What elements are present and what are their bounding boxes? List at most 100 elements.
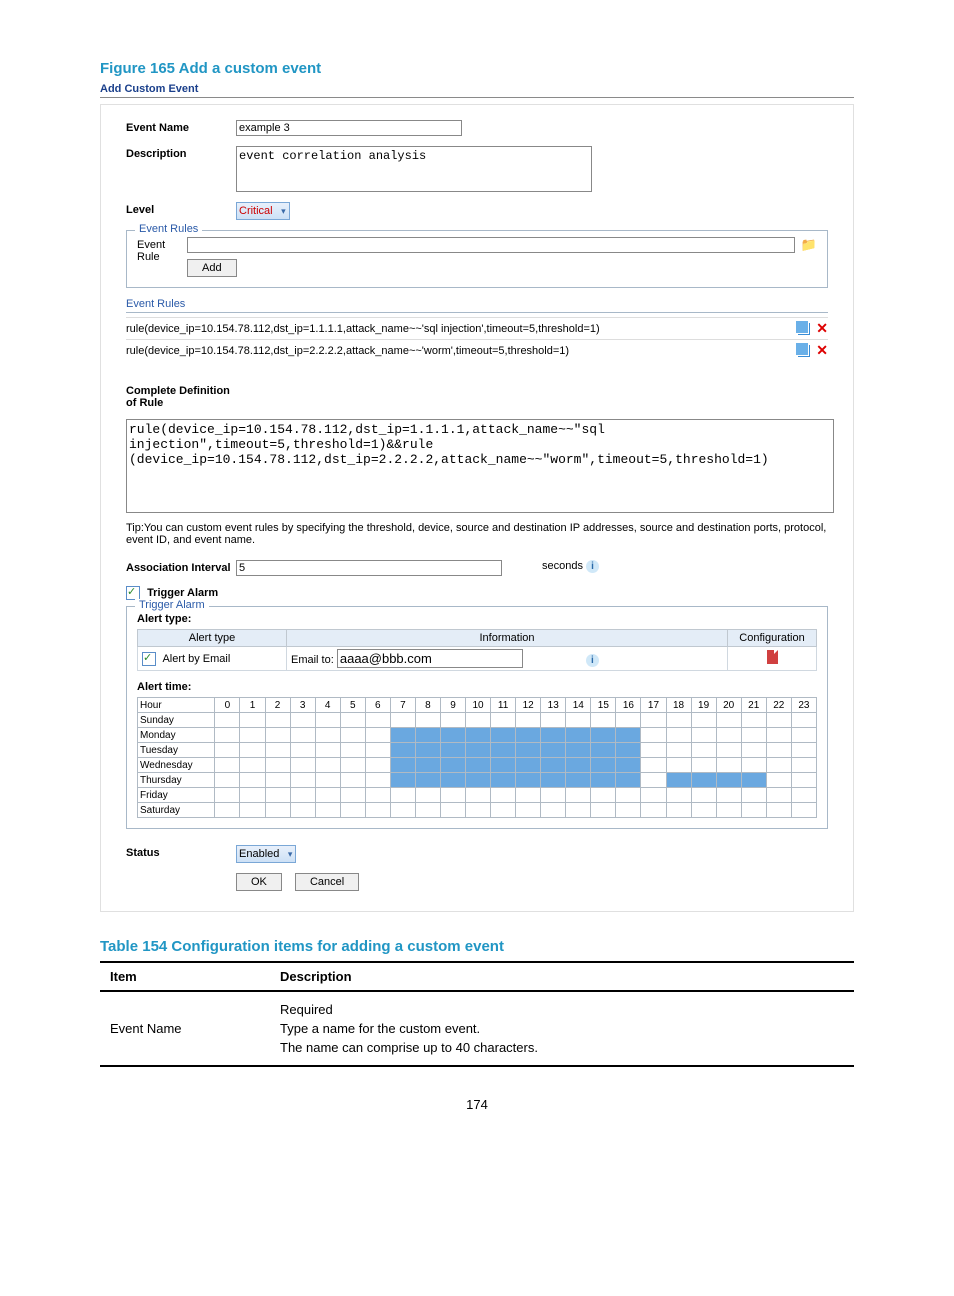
time-cell[interactable] — [591, 788, 616, 803]
time-cell[interactable] — [666, 713, 691, 728]
time-cell[interactable] — [466, 803, 491, 818]
time-cell[interactable] — [566, 773, 591, 788]
time-cell[interactable] — [541, 758, 566, 773]
time-cell[interactable] — [315, 713, 340, 728]
time-cell[interactable] — [766, 788, 791, 803]
time-cell[interactable] — [491, 803, 516, 818]
time-cell[interactable] — [541, 773, 566, 788]
config-icon[interactable] — [767, 650, 778, 664]
time-cell[interactable] — [290, 803, 315, 818]
time-cell[interactable] — [741, 758, 766, 773]
time-cell[interactable] — [741, 803, 766, 818]
time-cell[interactable] — [741, 743, 766, 758]
time-cell[interactable] — [691, 713, 716, 728]
time-cell[interactable] — [491, 743, 516, 758]
delete-icon[interactable]: ✕ — [816, 320, 828, 337]
time-cell[interactable] — [240, 758, 265, 773]
info-icon[interactable]: i — [586, 560, 599, 573]
time-cell[interactable] — [215, 713, 240, 728]
time-cell[interactable] — [491, 773, 516, 788]
event-rule-input[interactable] — [187, 237, 795, 253]
time-cell[interactable] — [691, 758, 716, 773]
copy-icon[interactable] — [798, 345, 810, 357]
time-cell[interactable] — [466, 713, 491, 728]
time-cell[interactable] — [516, 758, 541, 773]
time-cell[interactable] — [415, 758, 440, 773]
copy-icon[interactable] — [798, 323, 810, 335]
time-cell[interactable] — [766, 773, 791, 788]
time-cell[interactable] — [315, 788, 340, 803]
time-cell[interactable] — [290, 788, 315, 803]
time-cell[interactable] — [491, 713, 516, 728]
time-cell[interactable] — [641, 803, 666, 818]
time-cell[interactable] — [666, 788, 691, 803]
time-cell[interactable] — [666, 803, 691, 818]
time-cell[interactable] — [215, 743, 240, 758]
time-cell[interactable] — [365, 773, 390, 788]
time-cell[interactable] — [616, 758, 641, 773]
time-cell[interactable] — [616, 788, 641, 803]
time-cell[interactable] — [415, 803, 440, 818]
time-cell[interactable] — [541, 728, 566, 743]
time-cell[interactable] — [641, 758, 666, 773]
time-cell[interactable] — [365, 758, 390, 773]
time-cell[interactable] — [315, 743, 340, 758]
time-cell[interactable] — [691, 788, 716, 803]
time-cell[interactable] — [591, 773, 616, 788]
time-cell[interactable] — [566, 713, 591, 728]
time-cell[interactable] — [215, 773, 240, 788]
time-cell[interactable] — [466, 773, 491, 788]
time-cell[interactable] — [390, 773, 415, 788]
time-cell[interactable] — [315, 758, 340, 773]
time-cell[interactable] — [616, 743, 641, 758]
time-cell[interactable] — [491, 728, 516, 743]
time-cell[interactable] — [415, 713, 440, 728]
time-cell[interactable] — [340, 773, 365, 788]
time-cell[interactable] — [766, 803, 791, 818]
time-cell[interactable] — [315, 803, 340, 818]
time-cell[interactable] — [591, 758, 616, 773]
complete-def-input[interactable]: rule(device_ip=10.154.78.112,dst_ip=1.1.… — [126, 419, 834, 513]
time-cell[interactable] — [741, 713, 766, 728]
time-cell[interactable] — [315, 728, 340, 743]
time-cell[interactable] — [591, 803, 616, 818]
time-cell[interactable] — [340, 728, 365, 743]
time-cell[interactable] — [791, 758, 816, 773]
folder-icon[interactable]: 📁 — [801, 237, 817, 253]
time-cell[interactable] — [365, 713, 390, 728]
time-cell[interactable] — [466, 758, 491, 773]
time-cell[interactable] — [340, 758, 365, 773]
time-cell[interactable] — [440, 788, 465, 803]
ok-button[interactable]: OK — [236, 873, 282, 891]
time-cell[interactable] — [541, 713, 566, 728]
time-cell[interactable] — [716, 728, 741, 743]
time-cell[interactable] — [491, 788, 516, 803]
add-button[interactable]: Add — [187, 259, 237, 277]
time-cell[interactable] — [516, 788, 541, 803]
time-cell[interactable] — [641, 743, 666, 758]
time-cell[interactable] — [616, 803, 641, 818]
time-cell[interactable] — [791, 773, 816, 788]
time-cell[interactable] — [440, 743, 465, 758]
time-cell[interactable] — [466, 743, 491, 758]
time-cell[interactable] — [791, 728, 816, 743]
time-cell[interactable] — [265, 728, 290, 743]
time-cell[interactable] — [290, 758, 315, 773]
time-cell[interactable] — [365, 728, 390, 743]
time-cell[interactable] — [641, 773, 666, 788]
time-cell[interactable] — [290, 773, 315, 788]
time-cell[interactable] — [716, 773, 741, 788]
time-cell[interactable] — [716, 743, 741, 758]
time-cell[interactable] — [591, 743, 616, 758]
time-cell[interactable] — [791, 743, 816, 758]
time-cell[interactable] — [566, 803, 591, 818]
time-cell[interactable] — [741, 788, 766, 803]
time-cell[interactable] — [240, 728, 265, 743]
time-cell[interactable] — [440, 758, 465, 773]
time-cell[interactable] — [616, 773, 641, 788]
time-cell[interactable] — [666, 743, 691, 758]
time-cell[interactable] — [716, 758, 741, 773]
time-cell[interactable] — [616, 728, 641, 743]
time-cell[interactable] — [215, 758, 240, 773]
time-cell[interactable] — [390, 758, 415, 773]
